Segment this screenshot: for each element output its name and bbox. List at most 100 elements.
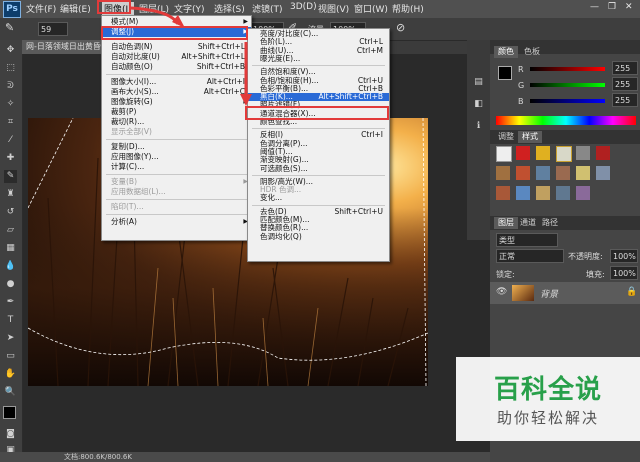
style-swatch[interactable] <box>516 186 530 200</box>
hand-tool-icon[interactable]: ✋ <box>4 368 17 381</box>
menu-help[interactable]: 帮助(H) <box>392 2 424 15</box>
path-select-icon[interactable]: ➤ <box>4 332 17 345</box>
menu-file[interactable]: 文件(F) <box>26 2 56 15</box>
style-swatch[interactable] <box>516 146 530 160</box>
blue-slider[interactable] <box>530 99 605 103</box>
info-panel-icon[interactable]: ℹ <box>472 120 485 133</box>
tab-color[interactable]: 颜色 <box>494 46 518 58</box>
menu-view[interactable]: 视图(V) <box>318 2 349 15</box>
brush-tool-icon[interactable]: ✎ <box>5 21 14 34</box>
red-slider[interactable] <box>530 67 605 71</box>
blur-tool-icon[interactable]: 💧 <box>4 260 17 273</box>
adjust-menu-item[interactable]: 曝光度(E)... <box>248 54 389 63</box>
image-menu-item[interactable]: 复制(D)... <box>102 142 251 152</box>
clone-stamp-icon[interactable]: ♜ <box>4 188 17 201</box>
quick-select-icon[interactable]: ✧ <box>4 98 17 111</box>
gradient-tool-icon[interactable]: ▦ <box>4 242 17 255</box>
menu-layer[interactable]: 图层(L) <box>139 2 169 15</box>
opacity-field[interactable]: 100% <box>610 249 638 263</box>
history-brush-icon[interactable]: ↺ <box>4 206 17 219</box>
type-tool-icon[interactable]: T <box>4 314 17 327</box>
document-tab[interactable]: 网-日落领域日出黄昏... <box>22 40 108 54</box>
style-swatch[interactable] <box>556 146 572 162</box>
tab-styles[interactable]: 样式 <box>518 131 542 143</box>
properties-panel-icon[interactable]: ◧ <box>472 98 485 111</box>
menu-select[interactable]: 选择(S) <box>214 2 245 15</box>
image-menu-item[interactable]: 自动色调(N) Shift+Ctrl+L <box>102 42 251 52</box>
restore-icon[interactable]: ❐ <box>608 2 616 12</box>
lasso-tool-icon[interactable]: ᕲ <box>4 80 17 93</box>
menu-filter[interactable]: 滤镜(T) <box>252 2 283 15</box>
image-menu-item[interactable]: 分析(A) ▶ <box>102 217 251 227</box>
image-menu-item[interactable]: 图像大小(I)... Alt+Ctrl+I <box>102 77 251 87</box>
foreground-color-swatch[interactable] <box>3 406 16 419</box>
adjust-menu-item[interactable]: 变化... <box>248 194 389 203</box>
style-swatch[interactable] <box>496 146 512 162</box>
eyedropper-icon[interactable]: ⁄ <box>4 134 17 147</box>
brush-tool-icon[interactable]: ✎ <box>4 170 17 183</box>
tab-adjustments[interactable]: 调整 <box>494 131 518 143</box>
style-swatch[interactable] <box>496 186 510 200</box>
green-slider[interactable] <box>530 83 605 87</box>
style-swatch[interactable] <box>576 166 590 180</box>
menu-window[interactable]: 窗口(W) <box>354 2 388 15</box>
pressure-icon[interactable]: ⊘ <box>396 21 405 34</box>
shape-tool-icon[interactable]: ▭ <box>4 350 17 363</box>
image-menu-item[interactable]: 自动对比度(U) Alt+Shift+Ctrl+L <box>102 52 251 62</box>
color-spectrum-bar[interactable] <box>496 116 636 125</box>
image-menu-item: 应用数据组(L)... <box>102 187 251 197</box>
style-swatch[interactable] <box>596 146 610 160</box>
close-icon[interactable]: ✕ <box>625 2 633 12</box>
image-menu-item[interactable]: 计算(C)... <box>102 162 251 172</box>
healing-brush-icon[interactable]: ✚ <box>4 152 17 165</box>
dodge-tool-icon[interactable]: ● <box>4 278 17 291</box>
layer-row[interactable]: 👁 背景 🔒 <box>490 282 640 304</box>
image-menu-item[interactable]: 裁切(R)... <box>102 117 251 127</box>
red-value[interactable]: 255 <box>612 61 638 75</box>
marquee-tool-icon[interactable]: ⬚ <box>4 62 17 75</box>
eraser-icon[interactable]: ▱ <box>4 224 17 237</box>
tab-channels[interactable]: 通道 <box>516 217 540 229</box>
image-menu-item-label: 裁切(R)... <box>111 117 145 126</box>
style-swatch[interactable] <box>536 186 550 200</box>
layer-kind-filter[interactable]: 类型 <box>496 233 558 247</box>
style-swatch[interactable] <box>496 166 510 180</box>
style-swatch[interactable] <box>576 186 590 200</box>
menu-3d[interactable]: 3D(D) <box>290 2 317 12</box>
image-menu-item[interactable]: 画布大小(S)... Alt+Ctrl+C <box>102 87 251 97</box>
tab-swatches[interactable]: 色板 <box>520 46 544 58</box>
adjust-menu-item[interactable]: 可选颜色(S)... <box>248 164 389 173</box>
style-swatch[interactable] <box>556 166 570 180</box>
minimize-icon[interactable]: — <box>590 2 599 12</box>
zoom-tool-icon[interactable]: 🔍 <box>4 386 17 399</box>
image-menu-item[interactable]: 裁剪(P) <box>102 107 251 117</box>
visibility-eye-icon[interactable]: 👁 <box>496 287 507 297</box>
crop-tool-icon[interactable]: ⌗ <box>4 116 17 129</box>
style-swatch[interactable] <box>536 146 550 160</box>
quick-mask-icon[interactable]: ◙ <box>4 428 17 441</box>
style-swatch[interactable] <box>516 166 530 180</box>
tab-paths[interactable]: 路径 <box>538 217 562 229</box>
image-menu-item[interactable]: 应用图像(Y)... <box>102 152 251 162</box>
blue-value[interactable]: 255 <box>612 93 638 107</box>
image-menu-item[interactable]: 自动颜色(O) Shift+Ctrl+B <box>102 62 251 72</box>
image-menu-item-label: 变量(B) <box>111 177 137 186</box>
history-panel-icon[interactable]: ▤ <box>472 76 485 89</box>
style-swatch[interactable] <box>556 186 570 200</box>
menu-edit[interactable]: 编辑(E) <box>60 2 91 15</box>
blend-mode-select[interactable]: 正常 <box>496 249 564 263</box>
style-swatch[interactable] <box>536 166 550 180</box>
fill-field[interactable]: 100% <box>610 266 638 280</box>
style-swatch[interactable] <box>576 146 590 160</box>
move-tool-icon[interactable]: ✥ <box>4 44 17 57</box>
image-menu-item[interactable]: 图像旋转(G) ▶ <box>102 97 251 107</box>
fg-color-swatch[interactable] <box>498 66 512 80</box>
menu-type[interactable]: 文字(Y) <box>174 2 205 15</box>
style-swatch[interactable] <box>596 166 610 180</box>
green-value[interactable]: 255 <box>612 77 638 91</box>
tab-layers[interactable]: 图层 <box>494 217 518 229</box>
adjust-menu-item[interactable]: 色调均化(Q) <box>248 232 389 241</box>
pen-tool-icon[interactable]: ✒ <box>4 296 17 309</box>
brush-size-field[interactable]: 59 <box>38 22 68 36</box>
annotation-box-black-white <box>245 106 389 120</box>
